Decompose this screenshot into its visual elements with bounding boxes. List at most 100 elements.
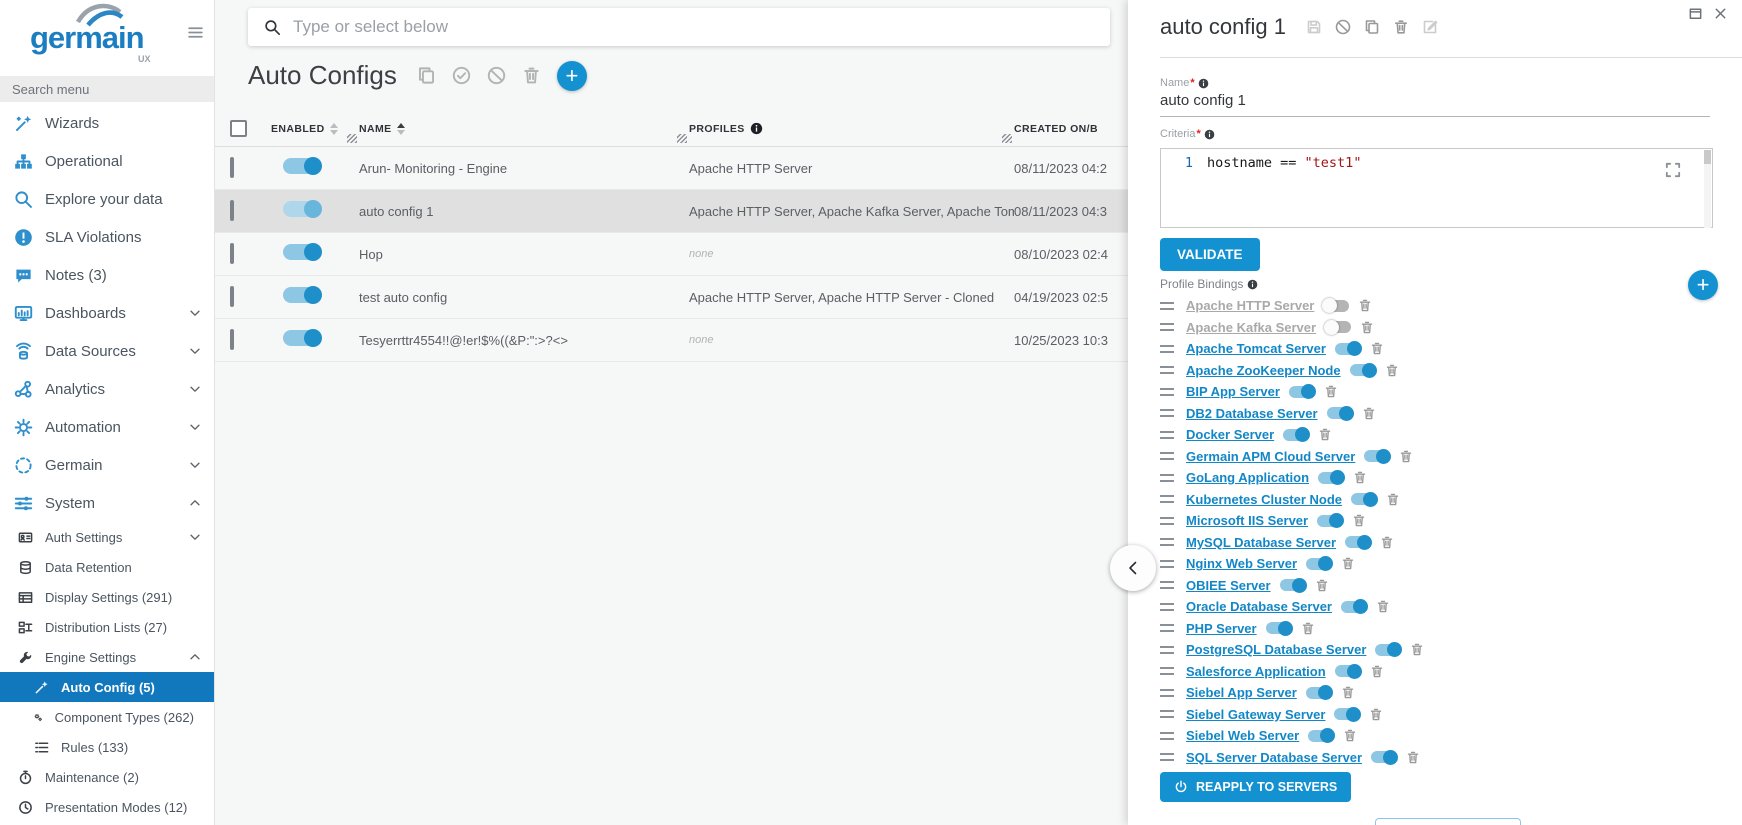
sidebar-item[interactable]: Analytics: [0, 370, 214, 408]
table-row[interactable]: Tesyerrttr4554!!@!er!$%((&P:":>?<> none …: [215, 319, 1128, 362]
binding-toggle[interactable]: [1341, 601, 1367, 613]
delete-icon[interactable]: [1318, 427, 1332, 442]
delete-icon[interactable]: [1380, 535, 1394, 550]
sidebar-item[interactable]: Automation: [0, 408, 214, 446]
binding-toggle[interactable]: [1306, 558, 1332, 570]
table-row[interactable]: Arun- Monitoring - Engine Apache HTTP Se…: [215, 147, 1128, 190]
sidebar-item[interactable]: Auth Settings: [0, 522, 214, 552]
sidebar-item[interactable]: Component Types (262): [0, 702, 214, 732]
binding-toggle[interactable]: [1280, 579, 1306, 591]
column-resize-handle[interactable]: [1002, 134, 1012, 143]
binding-toggle[interactable]: [1266, 622, 1292, 634]
delete-icon[interactable]: [1399, 449, 1413, 464]
binding-toggle[interactable]: [1345, 536, 1371, 548]
column-header-created[interactable]: CREATED ON/B: [1014, 123, 1128, 135]
sidebar-item[interactable]: Maintenance (2): [0, 762, 214, 792]
delete-icon[interactable]: [1393, 19, 1409, 35]
copy-icon[interactable]: [1364, 19, 1380, 35]
drag-handle[interactable]: [1160, 667, 1174, 675]
delete-icon[interactable]: [1315, 578, 1329, 593]
sidebar-item[interactable]: Data Sources: [0, 332, 214, 370]
drag-handle[interactable]: [1160, 323, 1174, 331]
sidebar-search-input[interactable]: Search menu: [0, 76, 214, 102]
menu-icon[interactable]: [187, 24, 204, 41]
drag-handle[interactable]: [1160, 302, 1174, 310]
profile-link[interactable]: GoLang Application: [1186, 470, 1309, 485]
delete-icon[interactable]: [1341, 685, 1355, 700]
delete-icon[interactable]: [1385, 363, 1399, 378]
drag-handle[interactable]: [1160, 366, 1174, 374]
drag-handle[interactable]: [1160, 474, 1174, 482]
profile-link[interactable]: BIP App Server: [1186, 384, 1280, 399]
profile-link[interactable]: Nginx Web Server: [1186, 556, 1297, 571]
drag-handle[interactable]: [1160, 732, 1174, 740]
window-restore-icon[interactable]: [1688, 6, 1703, 21]
drag-handle[interactable]: [1160, 409, 1174, 417]
enabled-toggle[interactable]: [283, 244, 321, 260]
table-row[interactable]: auto config 1 Apache HTTP Server, Apache…: [215, 190, 1128, 233]
delete-icon[interactable]: [1360, 320, 1374, 335]
sidebar-item[interactable]: Dashboards: [0, 294, 214, 332]
binding-toggle[interactable]: [1327, 407, 1353, 419]
binding-toggle[interactable]: [1364, 450, 1390, 462]
table-row[interactable]: test auto config Apache HTTP Server, Apa…: [215, 276, 1128, 319]
sidebar-item[interactable]: Display Settings (291): [0, 582, 214, 612]
panel-collapse-button[interactable]: [1110, 545, 1156, 591]
disable-icon[interactable]: [1335, 19, 1351, 35]
drag-handle[interactable]: [1160, 495, 1174, 503]
sidebar-item[interactable]: Engine Settings: [0, 642, 214, 672]
edit-icon[interactable]: [1422, 19, 1438, 35]
sidebar-item[interactable]: Operational: [0, 142, 214, 180]
column-header-enabled[interactable]: ENABLED: [271, 123, 359, 135]
profile-link[interactable]: MySQL Database Server: [1186, 535, 1336, 550]
editor-scrollbar[interactable]: [1704, 150, 1711, 228]
binding-toggle[interactable]: [1308, 730, 1334, 742]
profile-link[interactable]: Docker Server: [1186, 427, 1274, 442]
binding-toggle[interactable]: [1306, 687, 1332, 699]
column-resize-handle[interactable]: [347, 134, 357, 143]
drag-handle[interactable]: [1160, 538, 1174, 546]
profile-link[interactable]: Siebel Web Server: [1186, 728, 1299, 743]
sidebar-item[interactable]: Explore your data: [0, 180, 214, 218]
binding-toggle[interactable]: [1371, 751, 1397, 763]
binding-toggle[interactable]: [1289, 386, 1315, 398]
delete-icon[interactable]: [1341, 556, 1355, 571]
drag-handle[interactable]: [1160, 431, 1174, 439]
row-checkbox[interactable]: [230, 200, 234, 221]
delete-icon[interactable]: [1352, 513, 1366, 528]
fullscreen-icon[interactable]: [1664, 161, 1682, 179]
delete-icon[interactable]: [1301, 621, 1315, 636]
drag-handle[interactable]: [1160, 624, 1174, 632]
profile-link[interactable]: Siebel App Server: [1186, 685, 1297, 700]
delete-icon[interactable]: [1353, 470, 1367, 485]
drag-handle[interactable]: [1160, 753, 1174, 761]
global-search-input[interactable]: Type or select below: [248, 8, 1110, 46]
sidebar-item[interactable]: SLA Violations: [0, 218, 214, 256]
delete-icon[interactable]: [1324, 384, 1338, 399]
show-advanced-button[interactable]: SHOW ADVANCED: [1375, 818, 1521, 825]
delete-icon[interactable]: [1370, 341, 1384, 356]
enabled-toggle[interactable]: [283, 158, 321, 174]
binding-toggle[interactable]: [1350, 364, 1376, 376]
profile-link[interactable]: Oracle Database Server: [1186, 599, 1332, 614]
binding-toggle[interactable]: [1375, 644, 1401, 656]
delete-icon[interactable]: [1376, 599, 1390, 614]
delete-icon[interactable]: [1362, 406, 1376, 421]
drag-handle[interactable]: [1160, 710, 1174, 718]
reapply-button[interactable]: REAPPLY TO SERVERS: [1160, 772, 1351, 802]
profile-link[interactable]: Apache Kafka Server: [1186, 320, 1316, 335]
enabled-toggle[interactable]: [283, 287, 321, 303]
sidebar-item[interactable]: Rules (133): [0, 732, 214, 762]
column-header-profiles[interactable]: PROFILES: [689, 122, 1014, 135]
profile-link[interactable]: Germain APM Cloud Server: [1186, 449, 1355, 464]
approve-icon[interactable]: [452, 66, 471, 85]
enabled-toggle[interactable]: [283, 330, 321, 346]
sidebar-item[interactable]: Notes (3): [0, 256, 214, 294]
drag-handle[interactable]: [1160, 560, 1174, 568]
sidebar-item[interactable]: Auto Config (5): [0, 672, 214, 702]
profile-link[interactable]: Microsoft IIS Server: [1186, 513, 1308, 528]
drag-handle[interactable]: [1160, 581, 1174, 589]
select-all-checkbox[interactable]: [230, 120, 247, 137]
profile-link[interactable]: Apache HTTP Server: [1186, 298, 1314, 313]
profile-link[interactable]: DB2 Database Server: [1186, 406, 1318, 421]
